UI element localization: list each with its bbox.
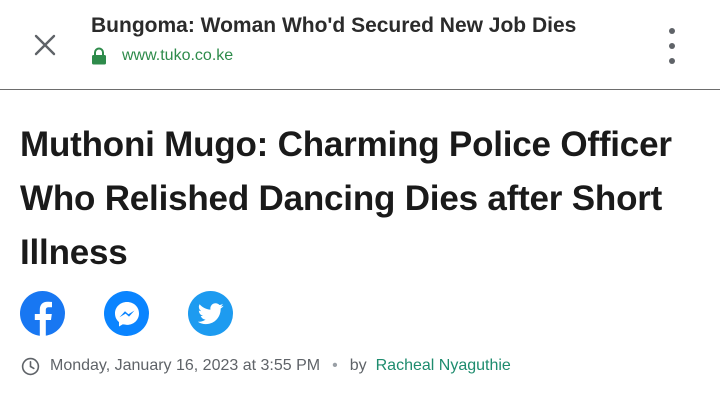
clock-icon <box>21 356 41 376</box>
article-headline: Muthoni Mugo: Charming Police Officer Wh… <box>20 125 672 272</box>
by-label: by <box>349 357 367 374</box>
facebook-icon <box>34 301 52 336</box>
page-title: Bungoma: Woman Who'd Secured New Job Die… <box>91 14 577 37</box>
twitter-share-button[interactable] <box>188 291 233 336</box>
share-buttons <box>20 291 272 336</box>
more-vertical-icon <box>669 28 675 34</box>
page-url[interactable]: www.tuko.co.ke <box>122 47 233 65</box>
close-icon <box>34 34 56 56</box>
more-options-button[interactable] <box>662 28 682 64</box>
url-row: www.tuko.co.ke <box>91 47 576 65</box>
title-block: Bungoma: Woman Who'd Secured New Job Die… <box>91 14 576 65</box>
meta-separator: • <box>332 357 338 374</box>
twitter-icon <box>197 302 224 324</box>
publish-date: Monday, January 16, 2023 at 3:55 PM <box>50 357 321 374</box>
author-link[interactable]: Racheal Nyaguthie <box>376 357 511 375</box>
browser-toolbar: Bungoma: Woman Who'd Secured New Job Die… <box>0 0 720 90</box>
messenger-share-button[interactable] <box>104 291 149 336</box>
messenger-icon <box>114 301 139 326</box>
lock-icon <box>91 47 109 65</box>
article-meta: Monday, January 16, 2023 at 3:55 PM • by… <box>21 356 511 376</box>
facebook-share-button[interactable] <box>20 291 65 336</box>
close-button[interactable] <box>28 28 62 62</box>
